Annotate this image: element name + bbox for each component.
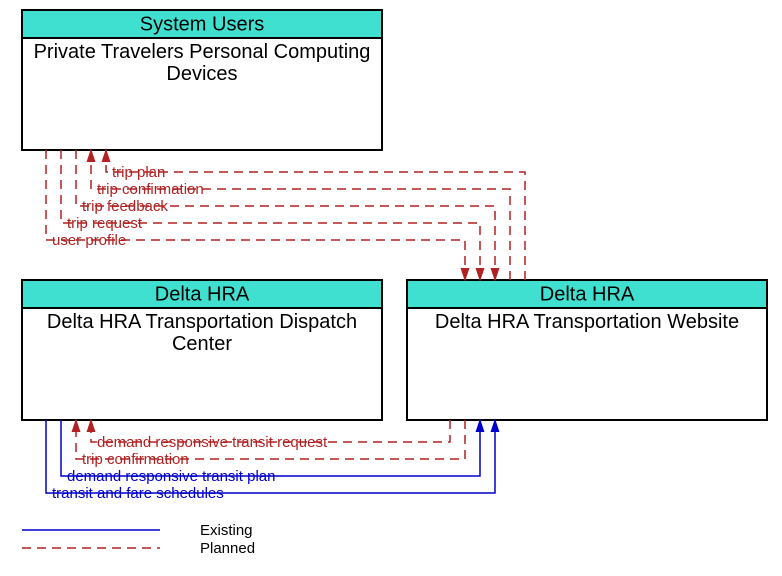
box-dispatch-header: Delta HRA <box>155 283 250 305</box>
label-transit-fare: transit and fare schedules <box>52 485 224 502</box>
flow-trip-plan <box>106 150 525 280</box>
box-dispatch-center: Delta HRA Delta HRA Transportation Dispa… <box>22 280 382 420</box>
label-trip-confirmation-top: trip confirmation <box>97 181 204 198</box>
box-system-users-header: System Users <box>140 13 264 35</box>
box-website: Delta HRA Delta HRA Transportation Websi… <box>407 280 767 420</box>
legend: Existing Planned <box>22 522 255 557</box>
diagram-canvas: System Users Private Travelers Personal … <box>0 0 782 576</box>
box-system-users-line2: Devices <box>166 63 237 85</box>
box-system-users: System Users Private Travelers Personal … <box>22 10 382 150</box>
box-dispatch-line2: Center <box>172 333 232 355</box>
label-trip-feedback: trip feedback <box>82 198 168 215</box>
label-user-profile: user profile <box>52 232 126 249</box>
label-trip-confirmation-bot: trip confirmation <box>82 451 189 468</box>
legend-planned-label: Planned <box>200 540 255 557</box>
label-demand-resp-req: demand responsive transit request <box>97 434 328 451</box>
box-website-header: Delta HRA <box>540 283 635 305</box>
label-trip-plan: trip plan <box>112 164 165 181</box>
label-demand-resp-plan: demand responsive transit plan <box>67 468 275 485</box>
label-trip-request: trip request <box>67 215 143 232</box>
box-system-users-line1: Private Travelers Personal Computing <box>34 41 371 63</box>
box-website-line1: Delta HRA Transportation Website <box>435 311 739 333</box>
legend-existing-label: Existing <box>200 522 253 539</box>
box-dispatch-line1: Delta HRA Transportation Dispatch <box>47 311 357 333</box>
